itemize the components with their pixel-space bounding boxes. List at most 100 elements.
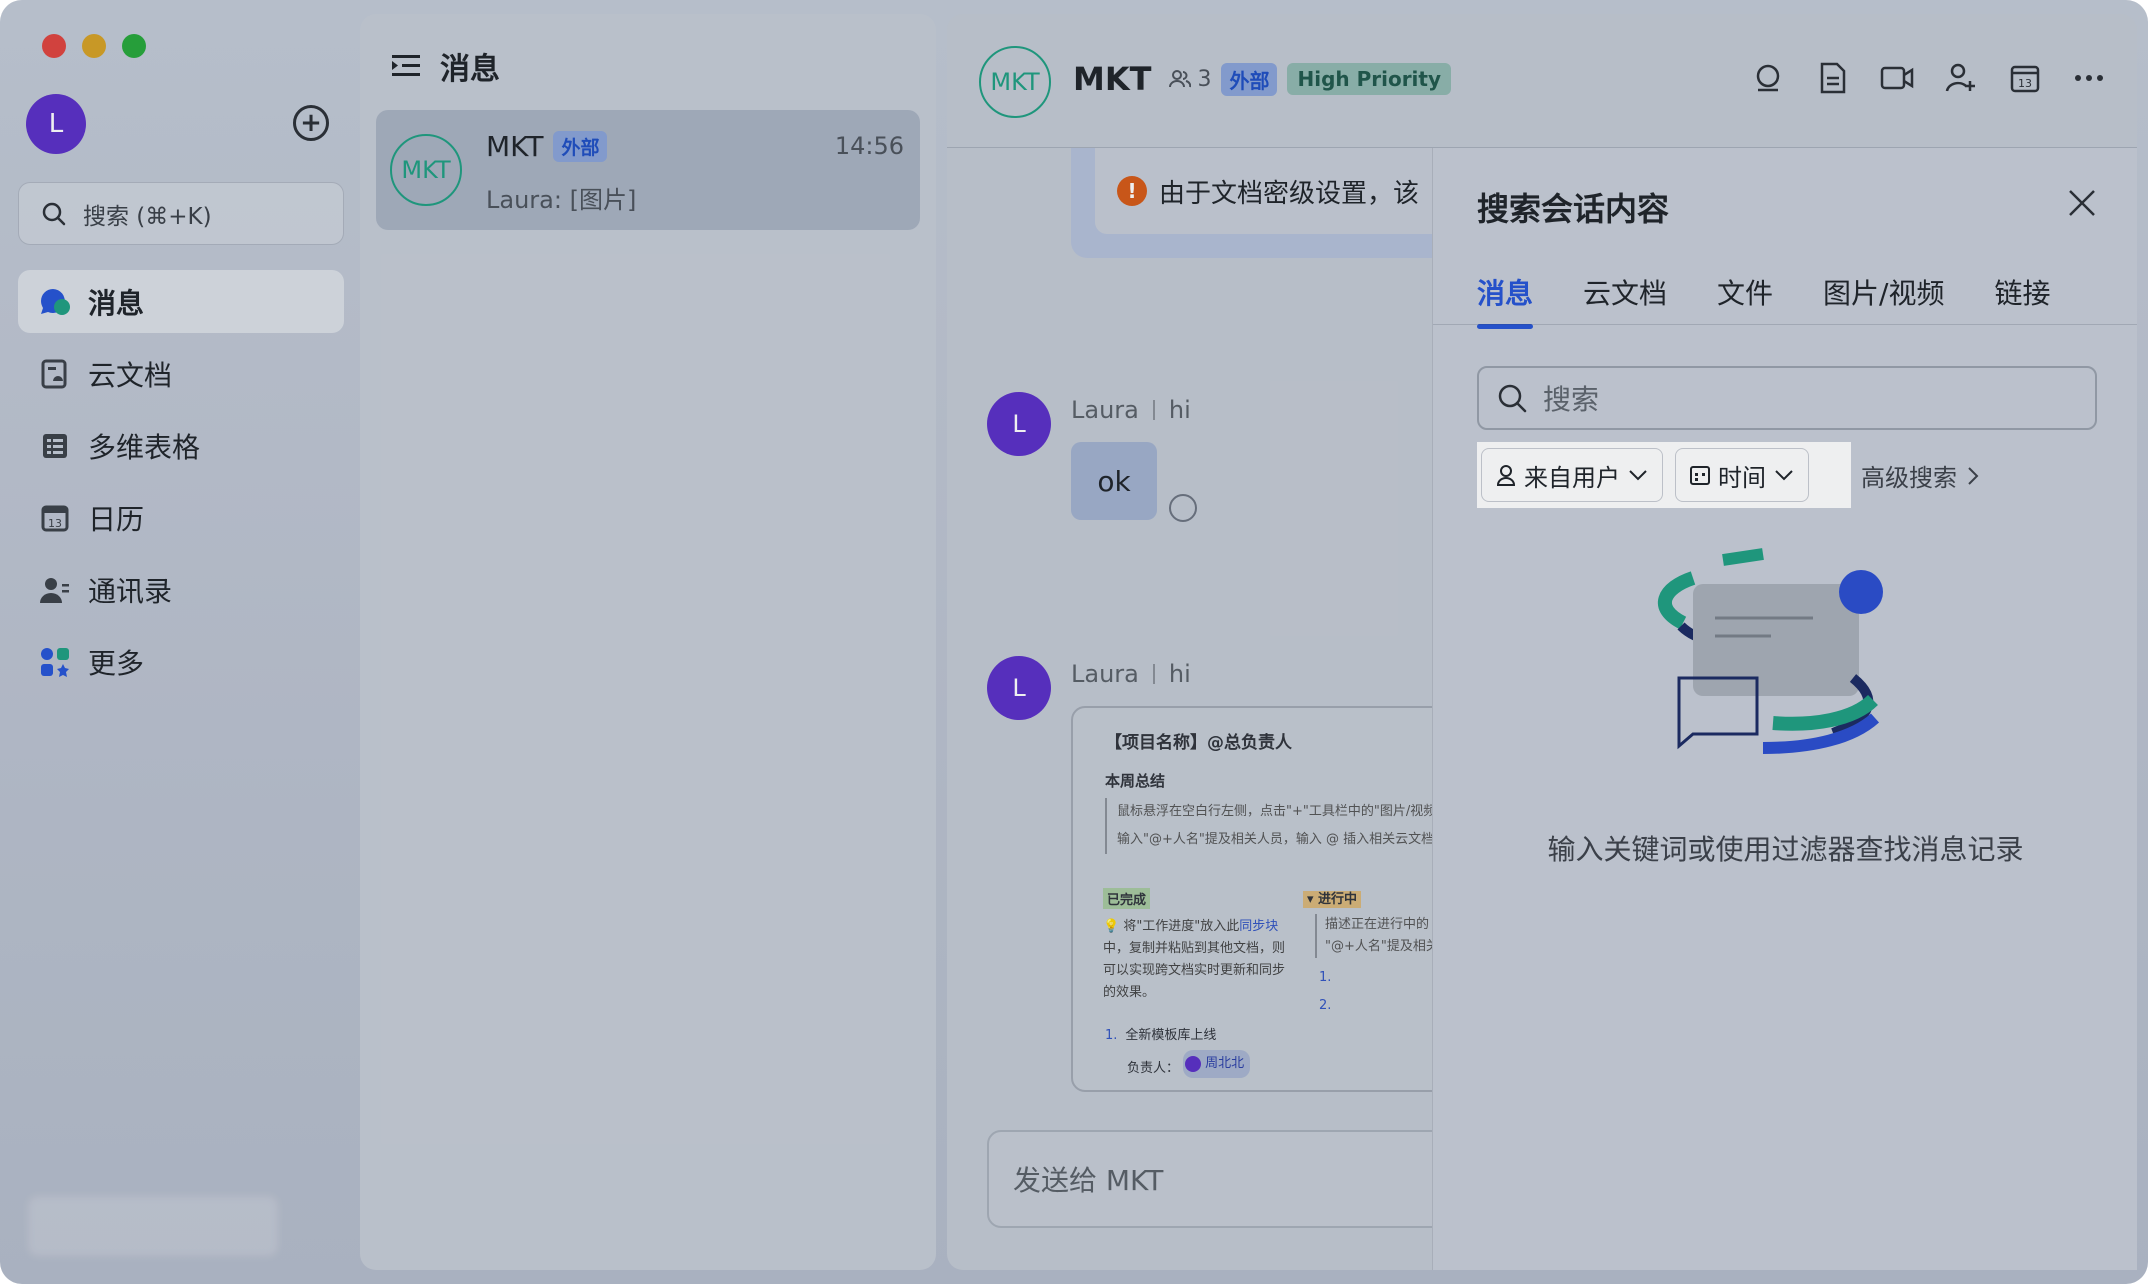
filter-bar: 来自用户 时间 [1477, 442, 1851, 508]
done-body: 💡 将"工作进度"放入此同步块中，复制并粘贴到其他文档，则可以实现跨文档实时更新… [1103, 916, 1293, 1004]
search-placeholder: 搜索 [1543, 383, 1600, 416]
maximize-window-button[interactable] [122, 34, 146, 58]
message-meta: Laura hi [1071, 396, 1191, 424]
chat-list-title: 消息 [440, 52, 500, 87]
doc-title: 【项目名称】@总负责人 [1105, 733, 1292, 753]
reply-reference[interactable]: hi [1169, 660, 1191, 688]
done-label: 已完成 [1103, 888, 1151, 909]
doc-list: 1. 全新模板库上线 负责人： 周北北 [1105, 1022, 1251, 1083]
priority-badge: High Priority [1287, 63, 1452, 95]
sidebar-item-label: 日历 [88, 502, 145, 536]
time-filter[interactable]: 时间 [1675, 448, 1809, 502]
calendar-icon [1690, 466, 1710, 485]
sidebar-item-docs[interactable]: 云文档 [18, 342, 344, 405]
close-icon[interactable] [2067, 188, 2097, 218]
member-count[interactable]: 3 [1169, 67, 1211, 92]
minimize-window-button[interactable] [82, 34, 106, 58]
tab-files[interactable]: 文件 [1717, 272, 1773, 326]
search-tabs: 消息 云文档 文件 图片/视频 链接 [1477, 272, 2051, 329]
advanced-search-link[interactable]: 高级搜索 [1861, 458, 1979, 493]
sidebar-item-more[interactable]: 更多 [18, 630, 344, 693]
progress-number: 1. [1319, 970, 1332, 985]
owner-row: 负责人： 周北北 [1105, 1050, 1251, 1083]
search-icon [1498, 384, 1527, 413]
sidebar-item-label: 多维表格 [88, 430, 201, 464]
tab-messages[interactable]: 消息 [1477, 272, 1534, 329]
tab-media[interactable]: 图片/视频 [1823, 272, 1944, 326]
done-text-a: 💡 将"工作进度"放入此 [1103, 919, 1240, 934]
chevron-right-icon [1968, 466, 1979, 485]
progress-line: 描述正在进行中的 [1325, 917, 1430, 932]
app-window: L + 搜索 (⌘+K) 消息 云文档 多维表格 13 日历 通讯录 更多 消息… [0, 0, 2148, 1284]
from-user-filter[interactable]: 来自用户 [1481, 448, 1663, 502]
chat-preview: Laura: [图片] [486, 186, 637, 214]
progress-number: 2. [1319, 998, 1332, 1013]
sidebar-item-label: 消息 [88, 286, 145, 320]
in-progress-label: ▾ 进行中 [1303, 891, 1362, 908]
sender-avatar[interactable]: L [987, 392, 1051, 456]
plus-icon[interactable]: + [293, 105, 329, 141]
more-options-icon[interactable] [2071, 60, 2107, 96]
external-badge: 外部 [553, 131, 608, 162]
cloud-doc-icon [38, 357, 72, 391]
divider [1152, 400, 1155, 420]
add-member-icon[interactable] [1943, 60, 1979, 96]
group-avatar[interactable]: MKT [979, 46, 1051, 118]
chat-bubble-icon [38, 285, 72, 319]
group-avatar: MKT [390, 134, 462, 206]
sidebar-item-label: 更多 [88, 646, 145, 680]
warning-icon: ! [1117, 176, 1147, 206]
search-input[interactable]: 搜索 [1477, 366, 2097, 430]
chat-header: MKT MKT 3 外部 High Priority 13 [947, 14, 2137, 148]
chevron-down-icon [1775, 470, 1793, 481]
sidebar-item-calendar[interactable]: 13 日历 [18, 486, 344, 549]
document-icon[interactable] [1815, 60, 1851, 96]
sidebar-item-base[interactable]: 多维表格 [18, 414, 344, 477]
chat-title[interactable]: MKT [1073, 60, 1151, 98]
members-icon [1169, 70, 1192, 88]
image-message-doc-preview[interactable]: 【项目名称】@总负责人 本周总结 鼠标悬浮在空白行左侧，点击"+"工具栏中的"图… [1071, 706, 1491, 1092]
read-status-icon [1169, 494, 1197, 522]
calendar-icon: 13 [38, 501, 72, 535]
warning-text: 由于文档密级设置，该 [1159, 178, 1420, 209]
empty-state-hint: 输入关键词或使用过滤器查找消息记录 [1547, 833, 2024, 866]
sender-name: Laura [1071, 660, 1139, 688]
global-search-input[interactable]: 搜索 (⌘+K) [18, 182, 344, 245]
search-chat-icon[interactable] [1751, 60, 1787, 96]
from-user-label: 来自用户 [1524, 463, 1620, 492]
chat-list-panel: 消息 MKT MKT 外部 14:56 Laura: [图片] [360, 14, 936, 1270]
doc-list-item: 1. 全新模板库上线 [1105, 1022, 1250, 1050]
user-avatar[interactable]: L [26, 94, 86, 154]
external-badge: 外部 [1221, 62, 1278, 96]
doc-quote-line: 输入"@+人名"提及相关人员，输入 @ 插入相关云文档 [1117, 832, 1435, 847]
chat-list-item[interactable]: MKT MKT 外部 14:56 Laura: [图片] [376, 110, 920, 230]
message-bubble[interactable]: ok [1071, 442, 1157, 520]
blurred-profile-area [28, 1196, 278, 1256]
progress-line: "@+人名"提及相关 [1325, 939, 1439, 954]
time-label: 时间 [1718, 463, 1766, 492]
sidebar-item-messages[interactable]: 消息 [18, 270, 344, 333]
divider [1152, 664, 1155, 684]
message-composer[interactable]: 发送给 MKT [987, 1130, 1507, 1228]
sender-avatar[interactable]: L [987, 656, 1051, 720]
close-window-button[interactable] [42, 34, 66, 58]
owner-mention: 周北北 [1183, 1050, 1251, 1078]
tab-docs[interactable]: 云文档 [1583, 272, 1667, 326]
panel-title: 搜索会话内容 [1477, 190, 1670, 228]
sidebar-item-label: 云文档 [88, 358, 173, 392]
member-count-value: 3 [1197, 66, 1212, 92]
collapse-list-icon[interactable] [390, 52, 422, 80]
video-call-icon[interactable] [1879, 60, 1915, 96]
calendar-event-icon[interactable]: 13 [2007, 60, 2043, 96]
sidebar-item-label: 通讯录 [88, 574, 173, 608]
user-icon [1496, 465, 1516, 486]
table-icon [38, 429, 72, 463]
sidebar-item-contacts[interactable]: 通讯录 [18, 558, 344, 621]
tab-links[interactable]: 链接 [1994, 272, 2050, 326]
contacts-icon [38, 573, 72, 607]
doc-quote-line: 鼠标悬浮在空白行左侧，点击"+"工具栏中的"图片/视频 [1117, 804, 1437, 819]
search-conversation-panel: 搜索会话内容 消息 云文档 文件 图片/视频 链接 搜索 来自用户 时间 高级搜… [1432, 148, 2137, 1270]
window-controls [42, 34, 146, 58]
progress-numbers: 1. 2. [1319, 964, 1331, 1020]
reply-reference[interactable]: hi [1169, 396, 1191, 424]
